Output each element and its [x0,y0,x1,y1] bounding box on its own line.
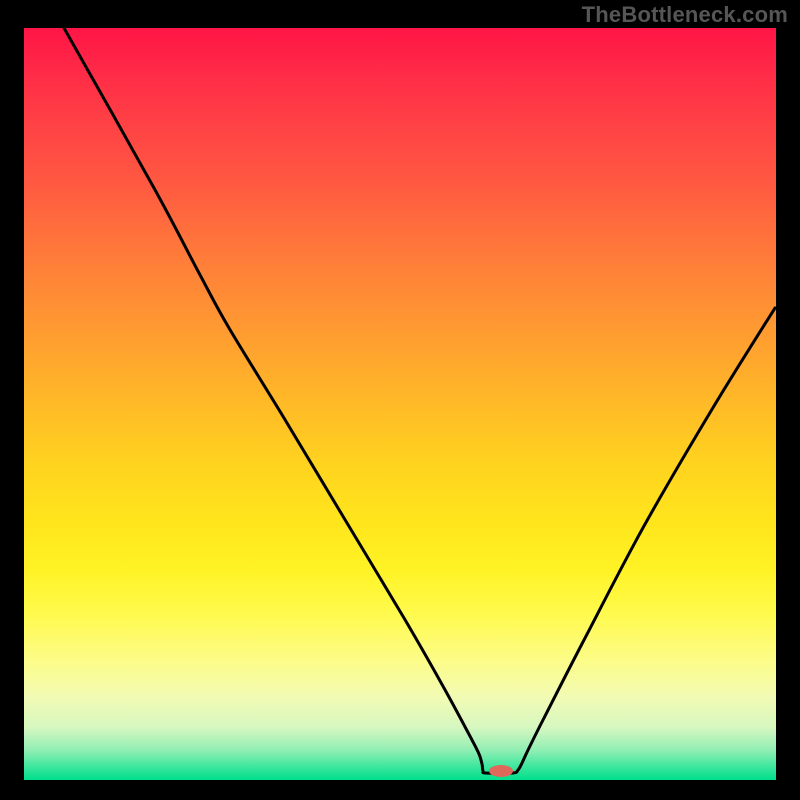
watermark-text: TheBottleneck.com [582,2,788,28]
chart-frame: TheBottleneck.com [0,0,800,800]
bottleneck-curve [24,28,776,780]
plot-area [24,28,776,780]
optimal-marker [489,765,513,777]
curve-path [64,28,775,773]
